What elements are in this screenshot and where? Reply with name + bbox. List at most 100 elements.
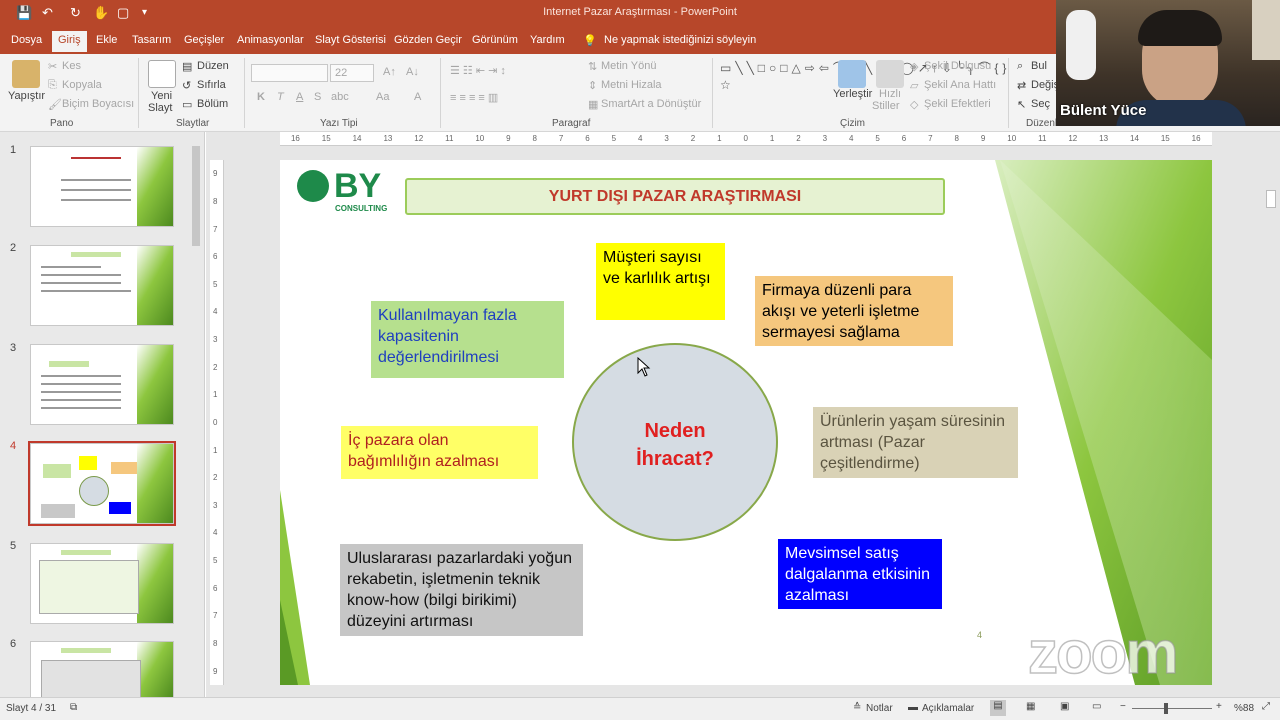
cut-button[interactable]: Kes [62, 60, 81, 72]
shape-effects-icon[interactable]: ◇ [910, 98, 918, 111]
select-icon[interactable]: ↖ [1017, 98, 1026, 111]
new-slide-label-1[interactable]: Yeni [151, 90, 172, 102]
smartart-icon[interactable]: ▦ [588, 98, 598, 111]
new-slide-icon[interactable] [148, 60, 176, 88]
logo-text: BY [334, 167, 382, 205]
box-ic-pazar[interactable]: İç pazara olan bağımlılığın azalması [341, 426, 538, 479]
align-text-button[interactable]: Metni Hizala [601, 79, 662, 91]
grow-font-icon[interactable]: A↑ [383, 66, 396, 78]
reset-icon[interactable]: ↺ [182, 79, 191, 92]
find-icon[interactable]: ⌕ [1017, 60, 1023, 73]
slide-thumbnail-4[interactable] [28, 441, 176, 526]
comments-button[interactable]: Açıklamalar [922, 703, 974, 714]
layout-button[interactable]: Düzen [197, 60, 229, 72]
new-slide-label-2[interactable]: Slayt [148, 102, 172, 114]
copy-icon[interactable]: ⎘ [48, 79, 57, 92]
tab-tasarim[interactable]: Tasarım [132, 34, 171, 46]
tab-ekle[interactable]: Ekle [96, 34, 117, 46]
zoom-level[interactable]: %88 [1234, 703, 1254, 714]
tab-gecisler[interactable]: Geçişler [184, 34, 224, 46]
zoom-in-icon[interactable]: + [1216, 701, 1222, 712]
text-direction-icon[interactable]: ⇅ [588, 60, 597, 73]
font-family-combo[interactable] [251, 64, 328, 82]
box-firmaya[interactable]: Firmaya düzenli para akışı ve yeterli iş… [755, 276, 953, 346]
slide-thumbnail-6[interactable] [30, 641, 174, 699]
comments-icon[interactable]: ▬ [908, 702, 918, 713]
replace-button[interactable]: Değiş [1031, 79, 1059, 91]
slide-thumbnail-1[interactable] [30, 146, 174, 227]
scrollbar-thumb[interactable] [192, 146, 200, 246]
shape-effects-button[interactable]: Şekil Efektleri [924, 98, 991, 110]
bold-button[interactable]: K [257, 91, 265, 103]
shape-fill-button[interactable]: Şekil Dolgusu [924, 60, 991, 72]
quick-styles-icon[interactable] [876, 60, 904, 88]
text-direction-button[interactable]: Metin Yönü [601, 60, 656, 72]
format-painter-button[interactable]: Biçim Boyacısı [62, 98, 134, 110]
align-text-icon[interactable]: ⇕ [588, 79, 597, 92]
box-musteri[interactable]: Müşteri sayısı ve karlılık artışı [596, 243, 725, 320]
thumb-line [61, 648, 111, 653]
reading-view-icon[interactable]: ▣ [1060, 701, 1069, 712]
section-button[interactable]: Bölüm [197, 98, 228, 110]
quick-styles-label-1[interactable]: Hızlı [879, 88, 901, 100]
quick-styles-label-2[interactable]: Stiller [872, 100, 900, 112]
arrange-icon[interactable] [838, 60, 866, 88]
slide-thumbnail-3[interactable] [30, 344, 174, 425]
layout-icon[interactable]: ▤ [182, 60, 192, 73]
slide-title[interactable]: YURT DIŞI PAZAR ARAŞTIRMASI [405, 178, 945, 215]
notes-icon[interactable]: ≙ [853, 702, 861, 713]
char-spacing-button[interactable]: abc [331, 91, 349, 103]
align-icons[interactable]: ≡ ≡ ≡ ≡ ▥ [450, 91, 498, 104]
copy-button[interactable]: Kopyala [62, 79, 102, 91]
change-case-button[interactable]: Aa [376, 91, 389, 103]
tab-animasyonlar[interactable]: Animasyonlar [237, 34, 304, 46]
box-kullanilmayan[interactable]: Kullanılmayan fazla kapasitenin değerlen… [371, 301, 564, 378]
tab-gorunum[interactable]: Görünüm [472, 34, 518, 46]
slideshow-icon[interactable]: ▭ [1092, 701, 1101, 712]
normal-view-icon[interactable]: ▤ [990, 700, 1006, 716]
center-circle[interactable]: Neden İhracat? [572, 343, 778, 541]
shape-outline-icon[interactable]: ▱ [910, 79, 918, 92]
accessibility-icon[interactable]: ⧉ [70, 702, 77, 713]
slide-thumbnail-2[interactable] [30, 245, 174, 326]
reset-button[interactable]: Sıfırla [197, 79, 226, 91]
zoom-slider[interactable] [1132, 708, 1212, 709]
zoom-slider-thumb[interactable] [1164, 703, 1168, 714]
tab-giris[interactable]: Giriş [52, 31, 87, 52]
box-mevsimsel[interactable]: Mevsimsel satış dalgalanma etkisinin aza… [778, 539, 942, 609]
slide-sorter-icon[interactable]: ▦ [1026, 701, 1035, 712]
italic-button[interactable]: T [277, 91, 284, 103]
zoom-out-icon[interactable]: − [1120, 701, 1126, 712]
box-uluslararasi[interactable]: Uluslararası pazarlardaki yoğun rekabeti… [340, 544, 583, 636]
underline-button[interactable]: A [296, 91, 303, 103]
paste-icon[interactable] [12, 60, 40, 88]
font-size-combo[interactable]: 22 [330, 64, 374, 82]
smartart-button[interactable]: SmartArt a Dönüştür [601, 98, 701, 110]
shape-outline-button[interactable]: Şekil Ana Hattı [924, 79, 996, 91]
bullets-icon[interactable]: ☰ ☷ ⇤ ⇥ ↕ [450, 64, 506, 77]
tell-me-search[interactable]: Ne yapmak istediğinizi söyleyin [604, 34, 756, 46]
tab-gozden-gecir[interactable]: Gözden Geçir [394, 34, 462, 46]
arrange-button[interactable]: Yerleştir [833, 88, 872, 100]
format-painter-icon[interactable]: 🖌 [48, 98, 62, 111]
tab-slayt-gosterisi[interactable]: Slayt Gösterisi [315, 34, 386, 46]
thumbnails-scrollbar[interactable] [191, 140, 201, 695]
shadow-button[interactable]: S [314, 91, 321, 103]
find-button[interactable]: Bul [1031, 60, 1047, 72]
section-icon[interactable]: ▭ [182, 98, 192, 111]
paste-button[interactable]: Yapıştır [8, 90, 45, 102]
shrink-font-icon[interactable]: A↓ [406, 66, 419, 78]
notes-button[interactable]: Notlar [866, 703, 893, 714]
fit-to-window-icon[interactable]: ⤢ [1262, 701, 1270, 712]
slide-scrollbar-thumb[interactable] [1266, 190, 1276, 208]
tab-dosya[interactable]: Dosya [11, 34, 42, 46]
shape-fill-icon[interactable]: ◈ [910, 60, 918, 73]
replace-icon[interactable]: ⇄ [1017, 79, 1026, 92]
tab-yardim[interactable]: Yardım [530, 34, 565, 46]
select-button[interactable]: Seç [1031, 98, 1050, 110]
shapes-gallery[interactable]: ▭╲╲□○□△⇨⇦⌒⌒╲△⌐◯↗↑⇩╰╮⌒{}☆ [720, 60, 1006, 114]
font-color-button[interactable]: A [414, 91, 421, 103]
cut-icon[interactable]: ✂ [48, 60, 57, 73]
box-urunlerin[interactable]: Ürünlerin yaşam süresinin artması (Pazar… [813, 407, 1018, 478]
slide-thumbnail-5[interactable] [30, 543, 174, 624]
